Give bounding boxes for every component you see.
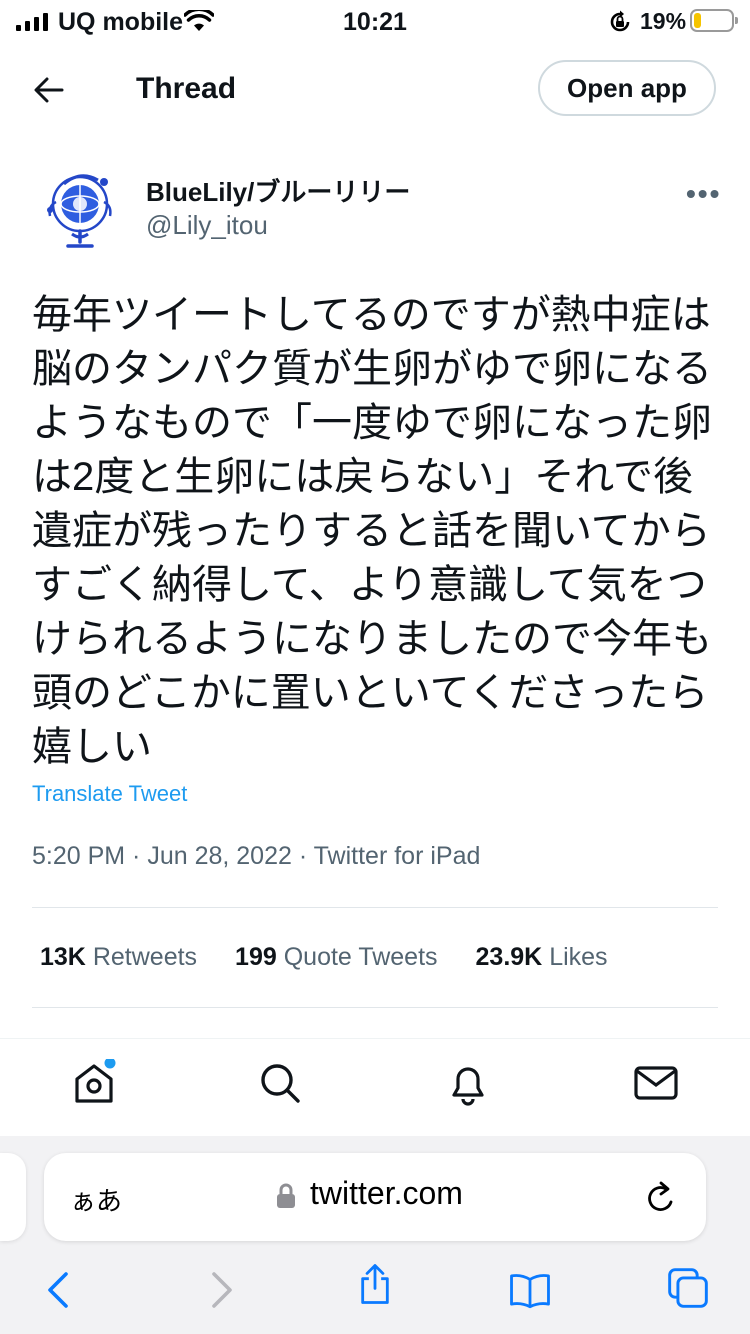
back-arrow-icon[interactable]: [34, 76, 64, 104]
notifications-icon[interactable]: [444, 1059, 492, 1107]
forward-icon[interactable]: [198, 1268, 242, 1312]
open-app-button[interactable]: Open app: [538, 60, 716, 116]
lock-icon: [277, 1183, 295, 1208]
divider: [32, 1007, 718, 1008]
more-options-icon[interactable]: •••: [686, 178, 721, 210]
home-icon[interactable]: [70, 1057, 118, 1107]
orientation-lock-icon: [610, 10, 630, 32]
divider: [32, 907, 718, 908]
page-title: Thread: [136, 72, 237, 105]
likes-stat[interactable]: 23.9K Likes: [476, 943, 608, 971]
clock: 10:21: [343, 8, 407, 36]
status-bar: UQ mobile 10:21 19%: [0, 0, 750, 44]
tweet-timestamp[interactable]: 5:20 PM · Jun 28, 2022 · Twitter for iPa…: [32, 842, 480, 871]
header: Thread Open app: [0, 44, 750, 136]
globe-logo-icon: [47, 174, 112, 248]
translate-tweet-link[interactable]: Translate Tweet: [32, 781, 187, 807]
battery-icon: [690, 9, 738, 32]
search-icon[interactable]: [256, 1059, 304, 1107]
bookmarks-icon[interactable]: [508, 1268, 552, 1312]
tweet-text: 毎年ツイートしてるのですが熱中症は脳のタンパク質が生卵がゆで卵になるようなもので…: [32, 293, 712, 769]
retweets-stat[interactable]: 13K Retweets: [40, 943, 197, 971]
share-icon[interactable]: [353, 1262, 397, 1306]
reload-icon[interactable]: [644, 1180, 678, 1216]
bottom-nav: [0, 1038, 750, 1137]
text-size-button[interactable]: ぁあ: [70, 1181, 122, 1218]
url-domain[interactable]: twitter.com: [310, 1175, 463, 1212]
battery-percent: 19%: [640, 8, 687, 34]
address-bar[interactable]: ぁあ twitter.com: [44, 1153, 706, 1241]
avatar[interactable]: [36, 162, 124, 254]
tabs-icon[interactable]: [666, 1266, 710, 1310]
browser-chrome: ぁあ twitter.com: [0, 1136, 750, 1334]
quote-tweets-stat[interactable]: 199 Quote Tweets: [235, 943, 437, 971]
user-handle[interactable]: @Lily_itou: [146, 210, 268, 241]
previous-tab-preview[interactable]: [0, 1153, 26, 1241]
tweet-stats: 13K Retweets 199 Quote Tweets 23.9K Likes: [40, 943, 608, 972]
display-name[interactable]: BlueLily/ブルーリリー: [146, 172, 410, 209]
back-icon[interactable]: [38, 1268, 82, 1312]
messages-icon[interactable]: [632, 1059, 680, 1107]
